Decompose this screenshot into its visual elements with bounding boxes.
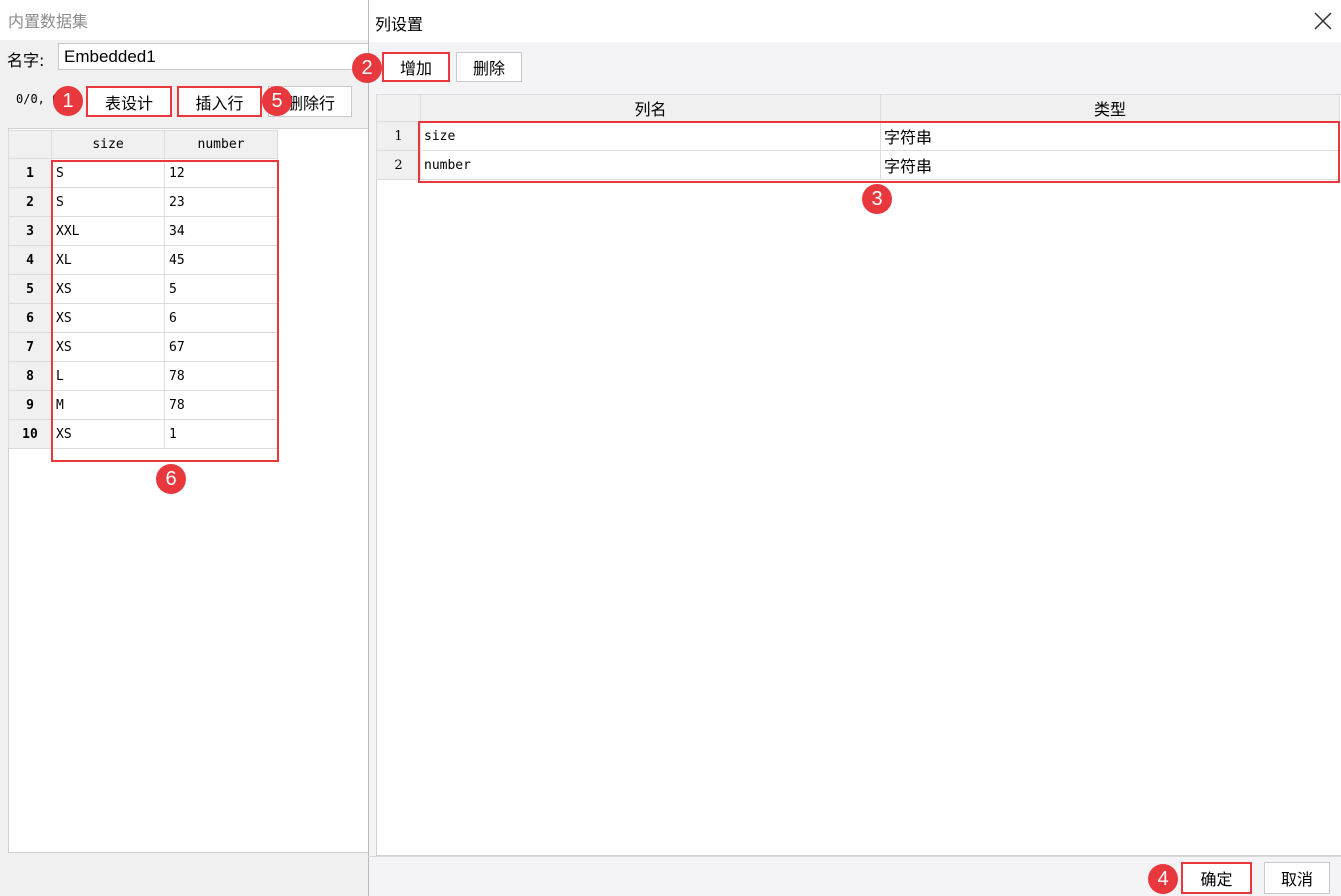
size-cell[interactable]: XXL (51, 216, 165, 246)
number-cell[interactable]: 1 (164, 419, 278, 449)
row-number[interactable]: 1 (8, 158, 52, 188)
table-row[interactable]: 3 XXL 34 (8, 216, 278, 246)
close-icon[interactable] (1311, 9, 1335, 33)
column-row-number[interactable]: 1 (376, 121, 421, 151)
insert-row-button[interactable]: 插入行 (177, 86, 262, 117)
size-cell[interactable]: XS (51, 419, 165, 449)
number-cell[interactable]: 78 (164, 361, 278, 391)
column-row[interactable]: 2 number 字符串 (376, 150, 1340, 180)
column-type-header[interactable]: 类型 (880, 94, 1340, 122)
embedded-dataset-title-bar: 内置数据集 (0, 0, 368, 40)
number-cell[interactable]: 23 (164, 187, 278, 217)
delete-column-button[interactable]: 删除 (456, 52, 522, 82)
column-type-cell[interactable]: 字符串 (880, 121, 1340, 151)
row-number[interactable]: 4 (8, 245, 52, 275)
embedded-dataset-dialog: 内置数据集 名字: 0/0, 0 表设计 插入行 删除行 size number… (0, 0, 378, 896)
number-cell[interactable]: 45 (164, 245, 278, 275)
column-settings-title-bar: 列设置 (369, 0, 1341, 42)
row-number[interactable]: 7 (8, 332, 52, 362)
size-cell[interactable]: M (51, 390, 165, 420)
row-number[interactable]: 10 (8, 419, 52, 449)
table-row[interactable]: 6 XS 6 (8, 303, 278, 333)
footer-divider (368, 856, 1341, 857)
column-row[interactable]: 1 size 字符串 (376, 121, 1340, 151)
size-cell[interactable]: XS (51, 274, 165, 304)
number-cell[interactable]: 6 (164, 303, 278, 333)
cancel-button[interactable]: 取消 (1264, 862, 1330, 894)
table-row[interactable]: 9 M 78 (8, 390, 278, 420)
table-row[interactable]: 7 XS 67 (8, 332, 278, 362)
annotation-badge-4: 4 (1148, 864, 1178, 894)
column-row-number[interactable]: 2 (376, 150, 421, 180)
name-input[interactable] (58, 43, 378, 70)
row-number[interactable]: 8 (8, 361, 52, 391)
column-settings-title: 列设置 (375, 15, 424, 34)
size-cell[interactable]: XS (51, 332, 165, 362)
column-settings-dialog: 列设置 增加 删除 列名 类型 1 size 字符串 2 number 字符串 确定 取消 (368, 0, 1341, 896)
number-cell[interactable]: 12 (164, 158, 278, 188)
number-cell[interactable]: 5 (164, 274, 278, 304)
annotation-badge-1: 1 (53, 86, 83, 116)
table-design-button[interactable]: 表设计 (86, 86, 172, 117)
annotation-badge-3: 3 (862, 184, 892, 214)
column-grid-corner-cell (376, 94, 421, 122)
table-row[interactable]: 1 S 12 (8, 158, 278, 188)
annotation-badge-5: 5 (262, 86, 292, 116)
column-grid-area (376, 94, 1341, 856)
row-number[interactable]: 6 (8, 303, 52, 333)
table-row[interactable]: 4 XL 45 (8, 245, 278, 275)
size-cell[interactable]: S (51, 158, 165, 188)
embedded-dataset-title: 内置数据集 (8, 12, 89, 31)
column-type-cell[interactable]: 字符串 (880, 150, 1340, 180)
column-name-header[interactable]: 列名 (420, 94, 881, 122)
number-cell[interactable]: 34 (164, 216, 278, 246)
grid-corner-cell (8, 130, 52, 159)
row-number[interactable]: 5 (8, 274, 52, 304)
size-cell[interactable]: XL (51, 245, 165, 275)
number-cell[interactable]: 67 (164, 332, 278, 362)
annotation-badge-2: 2 (352, 53, 382, 83)
column-header-size[interactable]: size (51, 130, 165, 159)
number-cell[interactable]: 78 (164, 390, 278, 420)
column-name-cell[interactable]: number (420, 150, 881, 180)
annotation-badge-6: 6 (156, 464, 186, 494)
column-header-number[interactable]: number (164, 130, 278, 159)
row-number[interactable]: 9 (8, 390, 52, 420)
row-number[interactable]: 3 (8, 216, 52, 246)
name-label: 名字: (7, 51, 45, 70)
column-grid: 列名 类型 1 size 字符串 2 number 字符串 (376, 94, 1340, 180)
size-cell[interactable]: XS (51, 303, 165, 333)
add-column-button[interactable]: 增加 (382, 52, 450, 82)
table-row[interactable]: 5 XS 5 (8, 274, 278, 304)
table-row[interactable]: 8 L 78 (8, 361, 278, 391)
size-cell[interactable]: S (51, 187, 165, 217)
data-grid: size number 1 S 12 2 S 23 3 XXL 34 4 XL 45 5 XS 5 6 XS 6 7… (8, 130, 278, 449)
table-row[interactable]: 2 S 23 (8, 187, 278, 217)
ok-button[interactable]: 确定 (1181, 862, 1252, 894)
size-cell[interactable]: L (51, 361, 165, 391)
column-name-cell[interactable]: size (420, 121, 881, 151)
table-row[interactable]: 10 XS 1 (8, 419, 278, 449)
row-number[interactable]: 2 (8, 187, 52, 217)
